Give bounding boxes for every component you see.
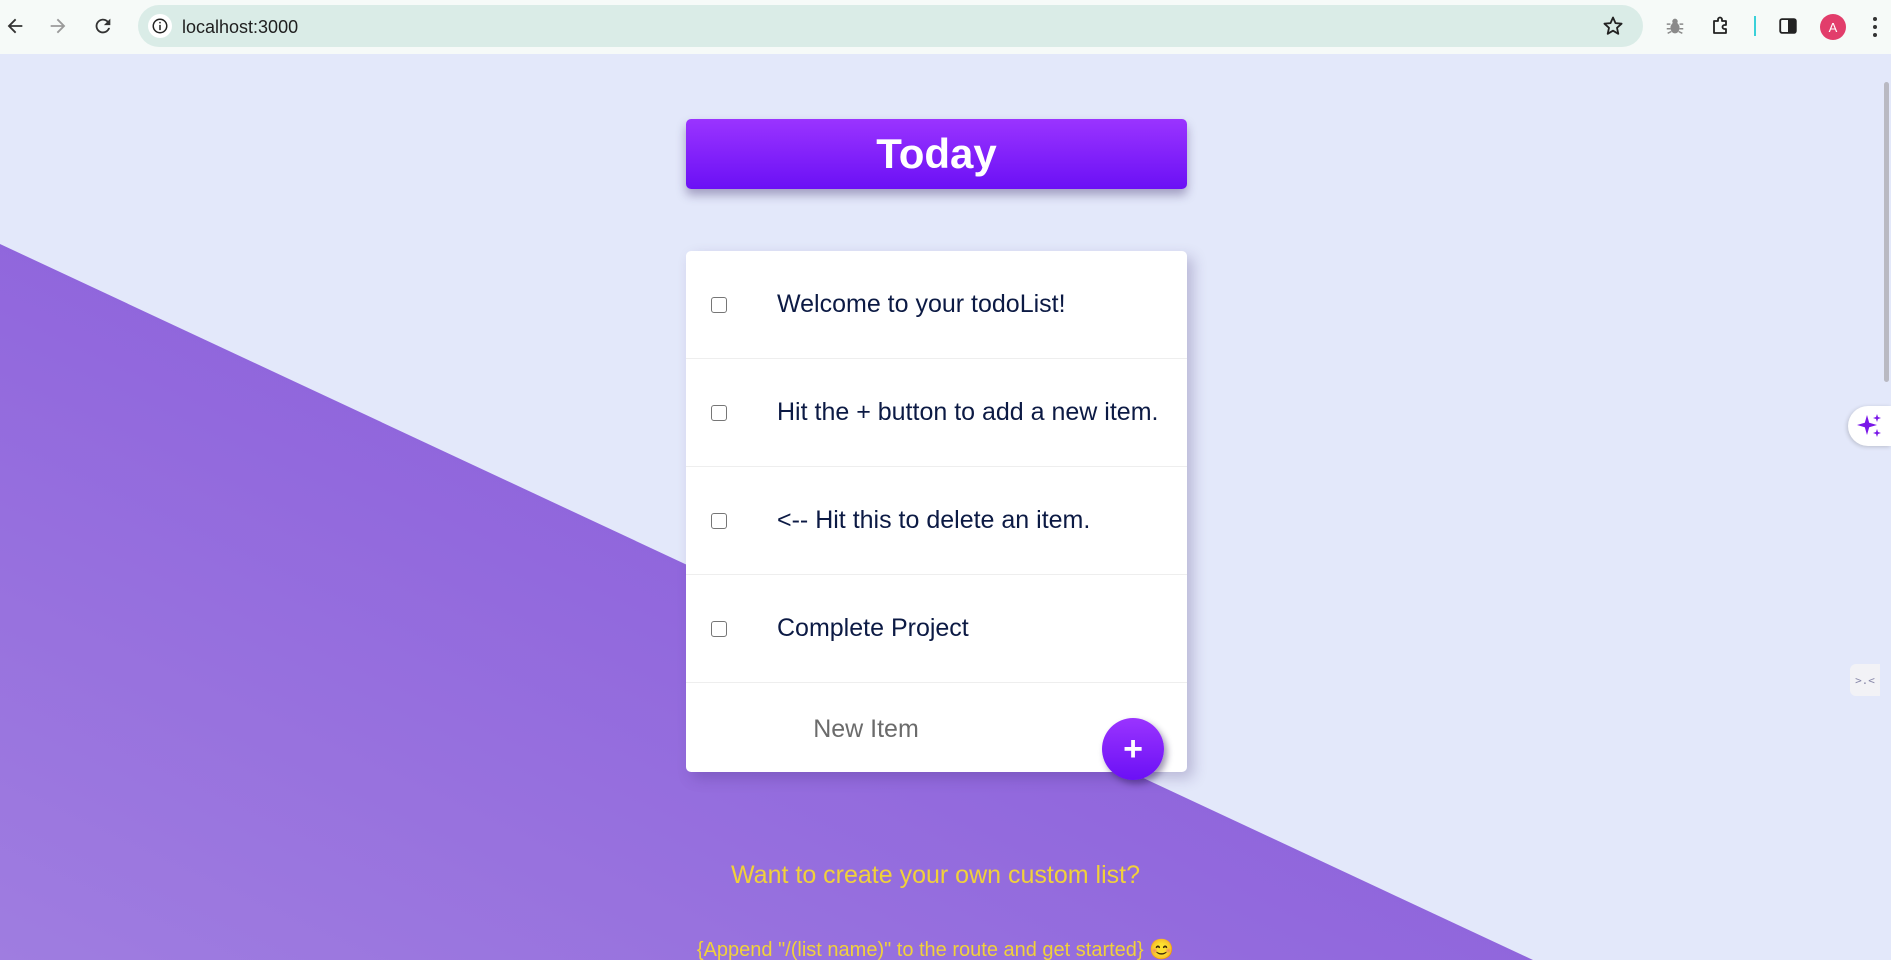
bookmark-star-icon[interactable] [1601,14,1625,38]
bug-extension-icon[interactable] [1662,13,1688,39]
list-heading: Today [686,119,1187,189]
side-tab-glyph: >.< [1855,673,1875,687]
list-title: Today [876,130,997,177]
item-checkbox[interactable] [711,512,727,529]
new-item-row: + [686,683,1187,780]
scrollbar[interactable] [1884,82,1889,382]
extensions-puzzle-icon[interactable] [1708,13,1734,39]
side-panel-icon[interactable] [1775,13,1801,39]
item-checkbox[interactable] [711,620,727,637]
item-checkbox[interactable] [711,404,727,421]
profile-avatar[interactable]: A [1820,14,1846,40]
avatar-letter: A [1828,19,1838,35]
item-text: Welcome to your todoList! [777,290,1066,318]
sparkle-icon [1856,414,1881,437]
forward-button[interactable] [43,11,73,41]
address-bar[interactable]: localhost:3000 [138,5,1643,47]
item-text: Hit the + button to add a new item. [777,398,1159,426]
list-item: Complete Project [686,575,1187,683]
custom-list-prompt: Want to create your own custom list? [731,861,1140,889]
reload-icon [95,18,111,34]
list-item: Hit the + button to add a new item. [686,359,1187,467]
arrow-left-icon [7,18,23,34]
item-text: <-- Hit this to delete an item. [777,506,1091,534]
site-info-icon[interactable] [148,14,172,38]
custom-list-hint: {Append "/(list name)" to the route and … [696,939,1175,960]
arrow-right-icon [50,18,66,34]
list-item: <-- Hit this to delete an item. [686,467,1187,575]
browser-menu-icon[interactable] [1870,14,1880,40]
sparkle-assistant-button[interactable] [1848,406,1891,446]
item-checkbox[interactable] [711,296,727,313]
add-item-button[interactable]: + [1102,718,1164,780]
item-text: Complete Project [777,614,969,642]
list-item: Welcome to your todoList! [686,251,1187,359]
toolbar-divider [1754,16,1756,36]
url-text[interactable]: localhost:3000 [182,17,298,38]
page-viewport: Today Welcome to your todoList! Hit the … [0,54,1891,960]
browser-toolbar: localhost:3000 A [0,0,1891,54]
side-extension-tab[interactable]: >.< [1850,664,1880,696]
todo-card: Welcome to your todoList! Hit the + butt… [686,251,1187,780]
back-button[interactable] [0,11,30,41]
reload-button[interactable] [88,11,118,41]
new-item-input[interactable] [726,701,1006,757]
